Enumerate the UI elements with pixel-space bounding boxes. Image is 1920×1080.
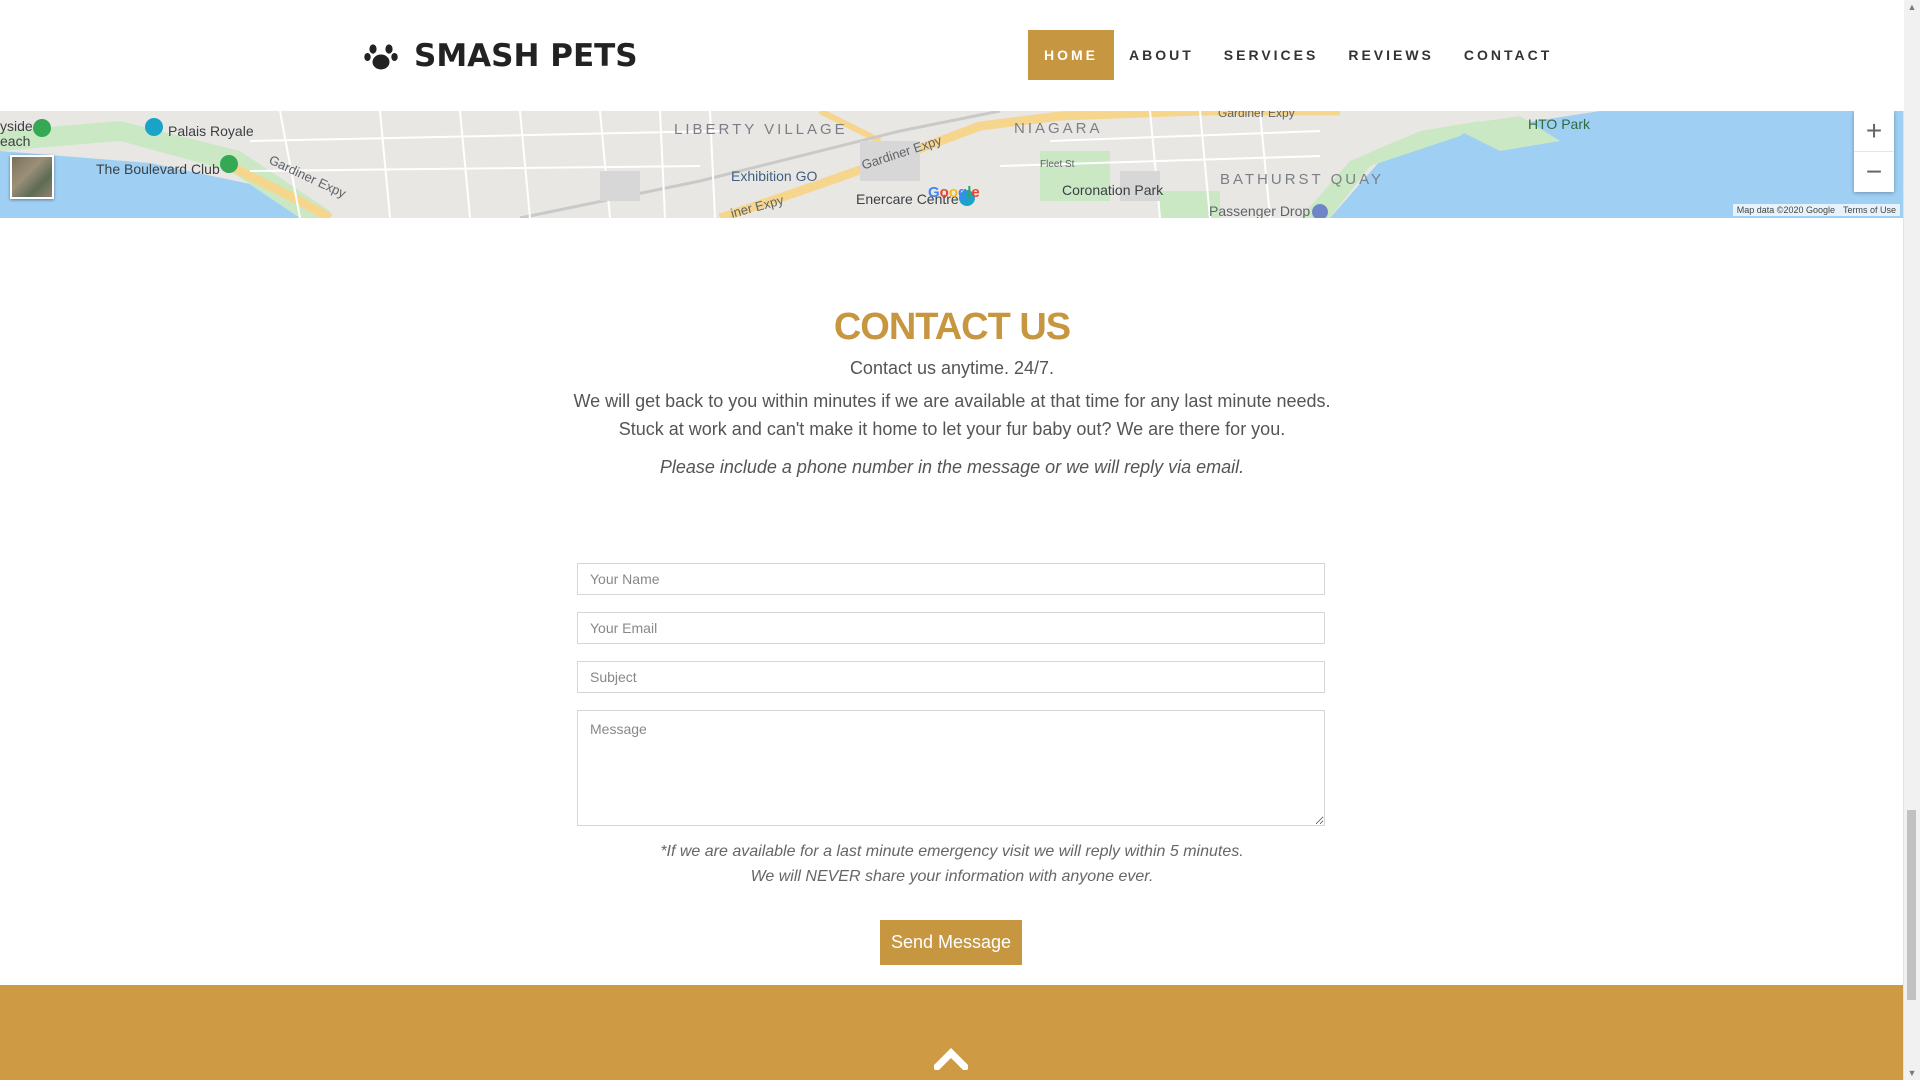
send-message-button[interactable]: Send Message	[880, 920, 1022, 965]
scroll-thumb[interactable]	[1907, 810, 1916, 1000]
google-logo: Google	[928, 184, 980, 201]
map-satellite-toggle[interactable]	[10, 155, 54, 199]
map-data-attribution: Map data ©2020 Google	[1736, 205, 1835, 215]
scroll-up-arrow-icon[interactable]: ▲	[1904, 2, 1920, 12]
map-label-exhibition-go: Exhibition GO	[731, 168, 818, 184]
map-label-beach: yside each	[0, 118, 33, 149]
zoom-in-button[interactable]: +	[1854, 111, 1894, 151]
nav-item-about[interactable]: ABOUT	[1114, 30, 1209, 80]
contact-line-4: Please include a phone number in the mes…	[659, 457, 1245, 477]
google-map[interactable]: yside each Palais Royale The Boulevard C…	[0, 111, 1904, 218]
page-scrollbar[interactable]: ▲ ▼	[1903, 0, 1920, 1080]
map-label-liberty-village: LIBERTY VILLAGE	[674, 121, 848, 138]
scroll-down-arrow-icon[interactable]: ▼	[1904, 1068, 1920, 1078]
form-note-2: We will NEVER share your information wit…	[750, 868, 1154, 885]
main-nav: HOME ABOUT SERVICES REVIEWS CONTACT	[1028, 30, 1567, 80]
email-field[interactable]	[577, 612, 1325, 644]
map-label-bathurst-quay: BATHURST QUAY	[1220, 171, 1385, 188]
contact-line-1: Contact us anytime. 24/7.	[849, 358, 1055, 378]
nav-item-contact[interactable]: CONTACT	[1449, 30, 1567, 80]
message-field[interactable]	[577, 710, 1325, 826]
site-header: SMASH PETS HOME ABOUT SERVICES REVIEWS C…	[0, 0, 1904, 111]
zoom-out-button[interactable]: −	[1854, 151, 1894, 192]
map-label-niagara: NIAGARA	[1014, 120, 1103, 137]
map-zoom-controls: + −	[1854, 111, 1894, 192]
form-note-1: *If we are available for a last minute e…	[660, 843, 1244, 860]
map-label-hto-park: HTO Park	[1528, 116, 1590, 132]
nav-item-home[interactable]: HOME	[1028, 30, 1114, 80]
contact-line-3: Stuck at work and can't make it home to …	[618, 419, 1286, 439]
subject-field[interactable]	[577, 661, 1325, 693]
map-label-palais-royale: Palais Royale	[168, 123, 254, 139]
scroll-to-top-icon[interactable]	[934, 1048, 968, 1070]
name-field[interactable]	[577, 563, 1325, 595]
paw-icon	[364, 44, 398, 70]
map-terms-link[interactable]: Terms of Use	[1843, 205, 1896, 215]
map-label-gardiner-top: Gardiner Expy	[1218, 111, 1295, 120]
nav-item-services[interactable]: SERVICES	[1209, 30, 1334, 80]
map-label-coronation-park: Coronation Park	[1062, 182, 1164, 198]
nav-item-reviews[interactable]: REVIEWS	[1333, 30, 1449, 80]
map-attribution: Map data ©2020 Google Terms of Use	[1732, 204, 1900, 216]
contact-line-2: We will get back to you within minutes i…	[573, 391, 1331, 411]
map-label-fleet-st: Fleet St	[1040, 159, 1075, 170]
brand-logo[interactable]: SMASH PETS	[364, 36, 638, 76]
map-label-passenger-drop: Passenger Drop	[1209, 203, 1311, 218]
brand-name: SMASH PETS	[414, 38, 638, 74]
contact-title: CONTACT US	[833, 306, 1071, 348]
map-label-boulevard-club: The Boulevard Club	[96, 161, 220, 177]
